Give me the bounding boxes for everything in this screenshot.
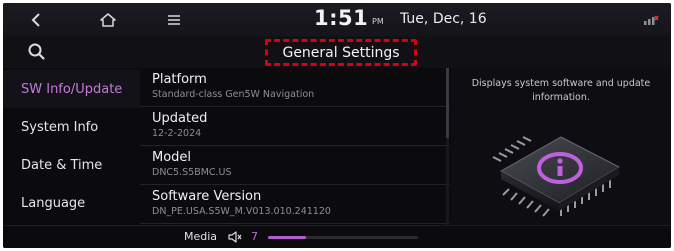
- list-item-value: 12-2-2024: [152, 128, 202, 139]
- home-icon: [100, 12, 116, 27]
- list-item-updated: Updated 12-2-2024: [140, 107, 450, 146]
- clock-ampm: PM: [372, 17, 384, 26]
- list-item-value: DNC5.S5BMC.US: [152, 167, 232, 178]
- volume-slider[interactable]: [268, 236, 418, 239]
- list-item-model: Model DNC5.S5BMC.US: [140, 146, 450, 185]
- volume-slider-fill: [268, 236, 306, 239]
- settings-nav: SW Info/Update System Info Date & Time L…: [3, 68, 140, 225]
- title-bar: General Settings: [3, 36, 671, 68]
- page-title: General Settings: [282, 44, 400, 61]
- info-list: Platform Standard-class Gen5W Navigation…: [140, 68, 450, 225]
- head-unit-screen: 1:51 PM Tue, Dec, 16 General Settings SW…: [3, 3, 671, 248]
- nav-item-date-time[interactable]: Date & Time: [3, 146, 140, 184]
- media-volume-bar: Media 7: [3, 225, 671, 248]
- menu-icon: [168, 14, 180, 25]
- back-button[interactable]: [23, 3, 49, 36]
- clock-time: 1:51: [314, 6, 369, 30]
- home-button[interactable]: [95, 3, 121, 36]
- list-item-title: Model: [152, 150, 192, 165]
- back-chevron-icon: [31, 12, 40, 27]
- list-item-value: Standard-class Gen5W Navigation: [152, 89, 315, 100]
- list-item-title: Platform: [152, 72, 207, 87]
- search-icon: [28, 43, 45, 60]
- menu-button[interactable]: [161, 3, 187, 36]
- description-text: Displays system software and update info…: [471, 78, 651, 103]
- search-button[interactable]: [24, 40, 50, 64]
- processor-chip-info-icon: [492, 136, 621, 217]
- status-bar: 1:51 PM Tue, Dec, 16: [3, 3, 671, 36]
- list-item-platform: Platform Standard-class Gen5W Navigation: [140, 68, 450, 107]
- signal-status-icon: [644, 15, 659, 25]
- nav-item-system-info[interactable]: System Info: [3, 108, 140, 146]
- speaker-icon[interactable]: [228, 231, 242, 243]
- list-item-value: DN_PE.USA.S5W_M.V013.010.241120: [152, 206, 331, 217]
- list-scroll-thumb[interactable]: [446, 68, 449, 138]
- nav-item-sw-info-update[interactable]: SW Info/Update: [3, 70, 140, 108]
- nav-item-language[interactable]: Language: [3, 184, 140, 222]
- date-display: Tue, Dec, 16: [400, 11, 487, 27]
- list-item-title: Updated: [152, 111, 208, 126]
- list-item-title: Software Version: [152, 189, 262, 204]
- title-highlight-box: General Settings: [265, 39, 417, 66]
- volume-value: 7: [251, 230, 258, 243]
- list-item-software-version: Software Version DN_PE.USA.S5W_M.V013.01…: [140, 185, 450, 224]
- media-source-label[interactable]: Media: [184, 230, 217, 243]
